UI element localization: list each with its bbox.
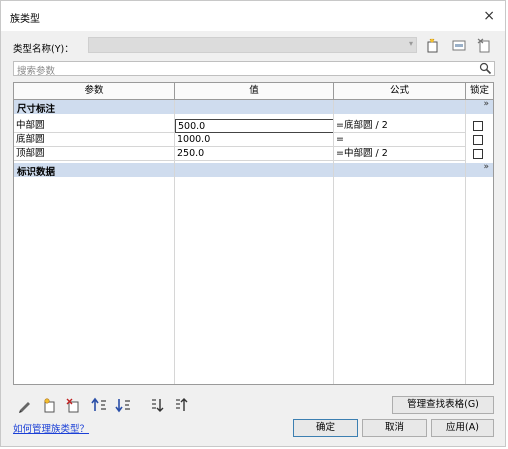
section-identity-data[interactable]: 标识数据 »: [14, 162, 493, 178]
delete-type-icon[interactable]: [476, 37, 492, 53]
close-icon[interactable]: ×: [483, 8, 495, 24]
column-header-lock[interactable]: 锁定: [466, 83, 493, 100]
param-formula-cell[interactable]: =: [334, 133, 466, 147]
lock-checkbox[interactable]: [473, 135, 483, 145]
title-bar: 族类型 ×: [1, 1, 505, 31]
manage-lookup-tables-button[interactable]: 管理查找表格(G): [392, 396, 494, 414]
param-name-cell: 底部圆: [14, 133, 175, 147]
param-name-cell: 中部圆: [14, 119, 175, 133]
pencil-icon[interactable]: [17, 397, 33, 413]
param-value-input[interactable]: 250.0: [175, 147, 334, 161]
search-icon[interactable]: [479, 62, 492, 75]
parameters-table: 参数 值 公式 锁定 尺寸标注 » 中部圆 500.0 =底部圆 / 2 底部圆…: [13, 82, 494, 385]
param-value-input[interactable]: 1000.0: [175, 133, 334, 147]
column-divider: [333, 100, 334, 384]
column-divider: [465, 100, 466, 384]
param-name-cell: 顶部圆: [14, 147, 175, 161]
move-up-icon[interactable]: [91, 397, 107, 413]
column-header-parameter[interactable]: 参数: [14, 83, 175, 100]
param-formula-cell[interactable]: =中部圆 / 2: [334, 147, 466, 161]
ok-button[interactable]: 确定: [293, 419, 358, 437]
type-name-label: 类型名称(Y)：: [13, 44, 74, 55]
collapse-icon[interactable]: »: [483, 99, 489, 109]
sort-ascending-icon[interactable]: [149, 397, 165, 413]
lock-checkbox[interactable]: [473, 121, 483, 131]
param-formula-cell[interactable]: =底部圆 / 2: [334, 119, 466, 133]
section-dimensions[interactable]: 尺寸标注 »: [14, 99, 493, 115]
delete-param-icon[interactable]: [65, 397, 81, 413]
search-parameters-input[interactable]: 搜索参数: [13, 61, 495, 77]
param-value-input[interactable]: 500.0: [175, 119, 334, 133]
help-link[interactable]: 如何管理族类型？: [13, 421, 89, 435]
chevron-down-icon: ▾: [408, 39, 413, 48]
rename-type-icon[interactable]: [451, 37, 467, 53]
section-title: 尺寸标注: [17, 104, 56, 115]
move-down-icon[interactable]: [115, 397, 131, 413]
sort-descending-icon[interactable]: [173, 397, 189, 413]
family-types-dialog: 族类型 × 类型名称(Y)： ▾ 搜索参数 参数 值 公式 锁定 尺寸标注 » …: [0, 0, 506, 447]
section-title: 标识数据: [17, 167, 56, 178]
new-type-icon[interactable]: [425, 37, 441, 53]
new-param-icon[interactable]: [41, 397, 57, 413]
apply-button[interactable]: 应用(A): [431, 419, 494, 437]
dialog-title: 族类型: [10, 14, 40, 25]
column-header-value[interactable]: 值: [175, 83, 334, 100]
cancel-button[interactable]: 取消: [362, 419, 427, 437]
column-divider: [174, 100, 175, 384]
search-placeholder: 搜索参数: [17, 66, 56, 77]
collapse-icon[interactable]: »: [483, 162, 489, 172]
lock-checkbox[interactable]: [473, 149, 483, 159]
type-name-select[interactable]: ▾: [88, 37, 417, 53]
column-header-formula[interactable]: 公式: [334, 83, 466, 100]
